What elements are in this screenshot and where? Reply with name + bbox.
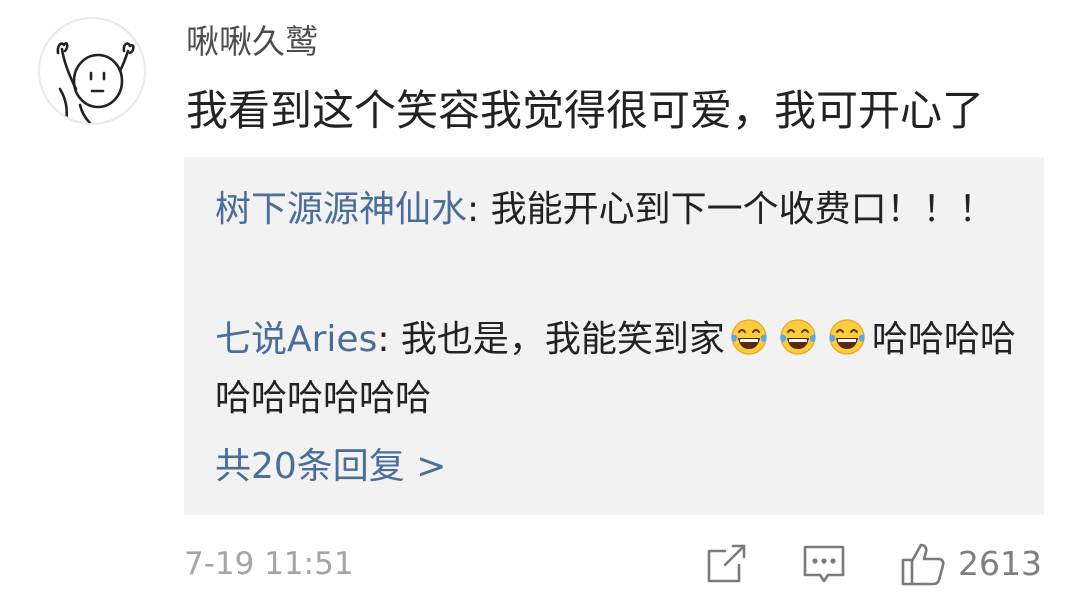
share-icon: [707, 544, 746, 583]
thumbs-up-icon: [901, 543, 945, 586]
reply-text: : 我能开心到下一个收费口！！！: [467, 189, 995, 230]
reply-item: 树下源源神仙水: 我能开心到下一个收费口！！！: [215, 180, 1025, 239]
reply-item: 七说Aries: 我也是，我能笑到家 哈哈哈哈哈哈哈哈哈哈: [215, 310, 1025, 428]
share-button[interactable]: [703, 541, 749, 587]
comment-text: 我看到这个笑容我觉得很可爱，我可开心了: [186, 86, 985, 135]
tears-of-joy-emoji-icon: [829, 319, 865, 355]
comment-item: 啾啾久鹫 我看到这个笑容我觉得很可爱，我可开心了 树下源源神仙水: 我能开心到下…: [0, 0, 1080, 602]
like-count: 2613: [958, 544, 1042, 583]
reply-text: : 我也是，我能笑到家: [377, 319, 725, 360]
reply-username[interactable]: 树下源源神仙水: [215, 189, 467, 230]
user-avatar[interactable]: [38, 17, 146, 125]
username[interactable]: 啾啾久鹫: [186, 20, 318, 64]
like-button[interactable]: 2613: [900, 541, 1042, 587]
tears-of-joy-emoji-icon: [780, 319, 816, 355]
emoji-group: [725, 319, 872, 360]
timestamp: 7-19 11:51: [184, 546, 354, 582]
reply-username[interactable]: 七说Aries: [215, 319, 377, 360]
comment-icon: [803, 545, 845, 583]
tears-of-joy-emoji-icon: [731, 319, 767, 355]
stick-figure-cheering-icon: [56, 41, 135, 123]
reply-button[interactable]: [801, 541, 847, 587]
replies-panel: 树下源源神仙水: 我能开心到下一个收费口！！！ 七说Aries: 我也是，我能笑…: [184, 157, 1044, 515]
view-all-replies-link[interactable]: 共20条回复 >: [215, 443, 446, 491]
